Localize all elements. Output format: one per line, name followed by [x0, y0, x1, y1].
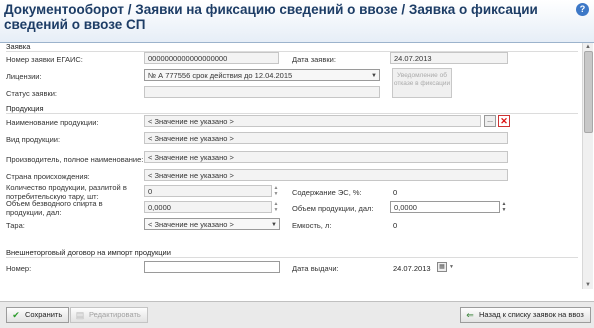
product-name-label: Наименование продукции: [6, 118, 99, 127]
issue-date-label: Дата выдачи: [292, 264, 339, 273]
license-select-value: № А 777556 срок действия до 12.04.2015 [148, 71, 293, 80]
contract-number-input[interactable] [144, 261, 280, 273]
request-number-field: 0000000000000000000 [144, 52, 279, 64]
alcohol-volume-field: 0,0000 [144, 201, 272, 213]
divider [6, 113, 578, 114]
alcohol-volume-label: Объем безводного спирта в продукции, дал… [6, 199, 103, 217]
vertical-scrollbar[interactable]: ▲ ▼ [582, 43, 593, 289]
footer-toolbar: ✔ Сохранить ▤ Редактировать ⇐ Назад к сп… [0, 301, 594, 328]
product-type-label: Вид продукции: [6, 135, 61, 144]
save-label: Сохранить [25, 310, 63, 319]
container-select-value: < Значение не указано > [148, 220, 234, 229]
chevron-down-icon: ▼ [371, 73, 377, 79]
request-date-field: 24.07.2013 [390, 52, 508, 64]
title-bar: Документооборот / Заявки на фиксацию све… [0, 0, 594, 43]
calendar-icon[interactable]: ▦ [437, 262, 447, 272]
quantity-field: 0 [144, 185, 272, 197]
checkmark-icon: ✔ [12, 310, 20, 320]
container-select[interactable]: < Значение не указано > ▼ [144, 218, 280, 230]
product-volume-stepper[interactable]: ▲ ▼ [500, 201, 508, 213]
license-select[interactable]: № А 777556 срок действия до 12.04.2015 ▼ [144, 69, 380, 81]
capacity-label: Емкость, л: [292, 221, 332, 230]
browse-button[interactable]: ... [484, 115, 496, 127]
quantity-stepper[interactable]: ▲ ▼ [272, 185, 280, 197]
product-type-field: < Значение не указано > [144, 132, 508, 144]
save-button[interactable]: ✔ Сохранить [6, 307, 70, 323]
ethanol-value: 0 [393, 188, 398, 197]
issue-date-value[interactable]: 24.07.2013 [393, 264, 431, 273]
product-name-field: < Значение не указано > [144, 115, 481, 127]
container-label: Тара: [6, 221, 25, 230]
request-date-label: Дата заявки: [292, 55, 336, 64]
product-volume-label: Объем продукции, дал: [292, 204, 374, 213]
back-label: Назад к списку заявок на ввоз [479, 310, 584, 319]
license-label: Лицензии: [6, 72, 42, 81]
edit-icon: ▤ [75, 310, 85, 320]
edit-label: Редактировать [89, 310, 141, 319]
contract-section-title: Внешнеторговый договор на импорт продукц… [6, 248, 171, 257]
alcohol-volume-stepper[interactable]: ▲ ▼ [272, 201, 280, 213]
back-arrow-icon: ⇐ [466, 310, 474, 320]
page-title: Документооборот / Заявки на фиксацию све… [4, 2, 538, 32]
contract-number-label: Номер: [6, 264, 32, 273]
scroll-down-icon[interactable]: ▼ [583, 281, 593, 289]
producer-field: < Значение не указано > [144, 151, 508, 163]
refusal-notice-button[interactable]: Уведомление об отказе в фиксации [392, 68, 452, 98]
capacity-value: 0 [393, 221, 398, 230]
clear-icon[interactable]: ✕ [498, 115, 510, 127]
request-number-label: Номер заявки ЕГАИС: [6, 55, 83, 64]
edit-button[interactable]: ▤ Редактировать [70, 307, 148, 323]
status-label: Статус заявки: [6, 89, 58, 98]
country-label: Страна происхождения: [6, 172, 90, 181]
form-fields: Номер заявки ЕГАИС: 0000000000000000000 … [4, 43, 580, 289]
scroll-thumb[interactable] [584, 51, 593, 133]
scroll-up-icon[interactable]: ▲ [583, 43, 593, 51]
back-to-list-button[interactable]: ⇐ Назад к списку заявок на ввоз [460, 307, 591, 323]
country-field: < Значение не указано > [144, 169, 508, 181]
ethanol-label: Содержание ЭС, %: [292, 188, 362, 197]
chevron-down-icon[interactable]: ▼ [449, 264, 454, 270]
product-section-title: Продукция [6, 104, 44, 113]
help-icon[interactable]: ? [576, 3, 589, 16]
producer-label: Производитель, полное наименование: [6, 155, 144, 164]
divider [6, 257, 578, 258]
chevron-down-icon: ▼ [271, 222, 277, 228]
product-volume-input[interactable]: 0,0000 [390, 201, 500, 213]
status-field [144, 86, 380, 98]
